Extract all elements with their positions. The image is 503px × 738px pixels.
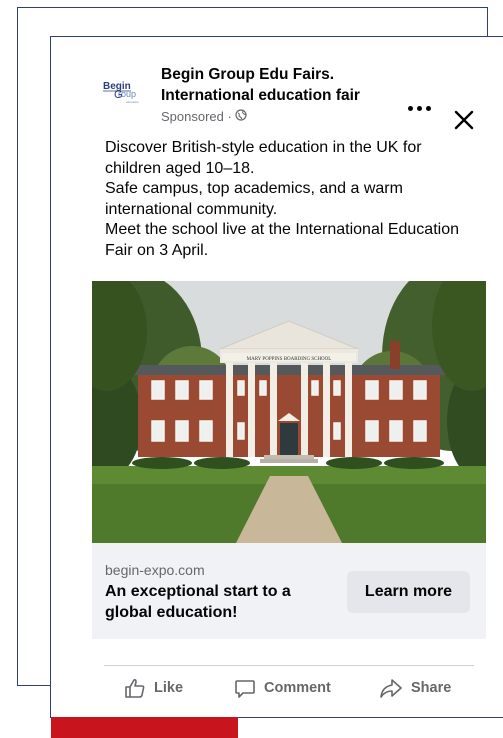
body-line: Safe campus, top academics, and a warm i… xyxy=(105,180,403,218)
brand-logo[interactable]: Begin roup G education xyxy=(101,75,145,105)
like-label: Like xyxy=(154,680,184,696)
post-body-text: Discover British-style education in the … xyxy=(105,138,475,261)
sponsored-text: Sponsored · xyxy=(161,109,232,124)
actions-divider xyxy=(104,665,474,666)
like-button[interactable]: Like xyxy=(124,670,183,706)
more-options-button[interactable] xyxy=(404,99,434,117)
comment-icon xyxy=(235,680,255,698)
share-button[interactable]: Share xyxy=(379,670,451,706)
accent-bar xyxy=(51,717,238,738)
post-header: Begin roup G education Begin Group Edu F… xyxy=(92,53,486,130)
close-icon xyxy=(454,110,474,130)
comment-button[interactable]: Comment xyxy=(234,670,331,706)
learn-more-button[interactable]: Learn more xyxy=(347,571,470,613)
globe-icon xyxy=(235,109,247,125)
share-label: Share xyxy=(411,680,452,696)
link-headline[interactable]: An exceptional start to a global educati… xyxy=(105,581,330,623)
school-sign: MARY POPPINS BOARDING SCHOOL xyxy=(247,357,332,362)
link-preview-bar[interactable]: begin-expo.com An exceptional start to a… xyxy=(92,543,486,639)
share-icon xyxy=(380,679,402,698)
page-name-link[interactable]: Begin Group Edu Fairs. International edu… xyxy=(161,64,391,106)
body-line: Discover British-style education in the … xyxy=(105,139,422,177)
comment-label: Comment xyxy=(264,680,331,696)
like-icon xyxy=(125,678,145,698)
post-actions: Like Comment Share xyxy=(92,670,486,706)
sponsored-post-card: Begin roup G education Begin Group Edu F… xyxy=(92,53,486,708)
svg-text:education: education xyxy=(126,100,139,104)
body-line: Meet the school live at the Internationa… xyxy=(105,221,459,259)
close-button[interactable] xyxy=(453,109,475,131)
sponsored-label: Sponsored · xyxy=(161,109,247,125)
link-domain: begin-expo.com xyxy=(105,562,205,578)
more-icon xyxy=(407,105,413,111)
ad-image[interactable]: MARY POPPINS BOARDING SCHOOL xyxy=(92,281,486,543)
